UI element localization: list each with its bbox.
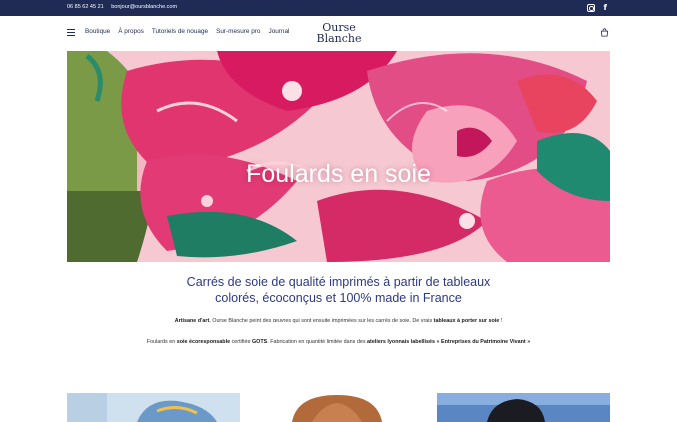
menu-icon[interactable] — [67, 29, 75, 36]
product-card[interactable] — [252, 393, 425, 422]
nav-item-journal[interactable]: Journal — [269, 28, 290, 35]
nav-item-a-propos[interactable]: À propos — [118, 28, 144, 35]
product-grid — [67, 393, 610, 422]
product-card[interactable] — [437, 393, 610, 422]
intro-paragraph-2: Foulards en soie écoresponsable certifié… — [130, 337, 547, 347]
product-card[interactable] — [67, 393, 240, 422]
artisan-label: Artisane d'art — [174, 318, 210, 324]
top-bar: 06 85 62 45 21 bonjour@oursblanche.com f — [0, 0, 677, 16]
main-nav: Boutique À propos Tutoriels de nouage Su… — [85, 28, 289, 35]
intro-text: . Fabrication en quantité limitée dans d… — [267, 339, 368, 345]
phone-link[interactable]: 06 85 62 45 21 — [67, 4, 104, 10]
intro-text: Foulards en — [146, 339, 177, 345]
nav-item-boutique[interactable]: Boutique — [85, 28, 110, 35]
intro-text: certifiée — [230, 339, 252, 345]
nav-item-tutoriels[interactable]: Tutoriels de nouage — [152, 28, 208, 35]
gots-label: GOTS — [251, 339, 268, 345]
instagram-icon[interactable] — [586, 3, 595, 12]
tableaux-label: tableaux à porter sur soie — [433, 318, 500, 324]
epv-label: ateliers lyonnais labellisés « Entrepris… — [367, 339, 531, 345]
hero-title: Foulards en soie — [246, 160, 431, 188]
hero-banner[interactable]: Foulards en soie — [67, 51, 610, 262]
contact-info: 06 85 62 45 21 bonjour@oursblanche.com — [67, 4, 183, 10]
site-header: Boutique À propos Tutoriels de nouage Su… — [0, 16, 677, 51]
social-links: f — [586, 3, 607, 12]
cart-icon[interactable] — [600, 28, 609, 37]
product-image — [67, 393, 240, 422]
product-image — [252, 393, 425, 422]
hero-image — [67, 51, 610, 262]
intro-heading: Carrés de soie de qualité imprimés à par… — [100, 275, 577, 306]
intro-heading-line-1: Carrés de soie de qualité imprimés à par… — [186, 275, 491, 289]
intro-text: , Ourse Blanche peint des œuvres qui son… — [209, 318, 434, 324]
facebook-icon[interactable]: f — [604, 3, 607, 12]
nav-item-sur-mesure[interactable]: Sur-mesure pro — [216, 28, 260, 35]
intro-heading-line-2: colorés, écoconçus et 100% made in Franc… — [215, 290, 462, 305]
logo-line-2: Blanche — [316, 32, 362, 45]
product-image — [437, 393, 610, 422]
site-logo[interactable]: Ourse Blanche — [313, 22, 365, 44]
intro-text: ! — [499, 318, 503, 324]
eco-label: soie écoresponsable — [176, 339, 231, 345]
intro-paragraph-1: Artisane d'art, Ourse Blanche peint des … — [130, 316, 547, 326]
email-link[interactable]: bonjour@oursblanche.com — [111, 4, 177, 10]
